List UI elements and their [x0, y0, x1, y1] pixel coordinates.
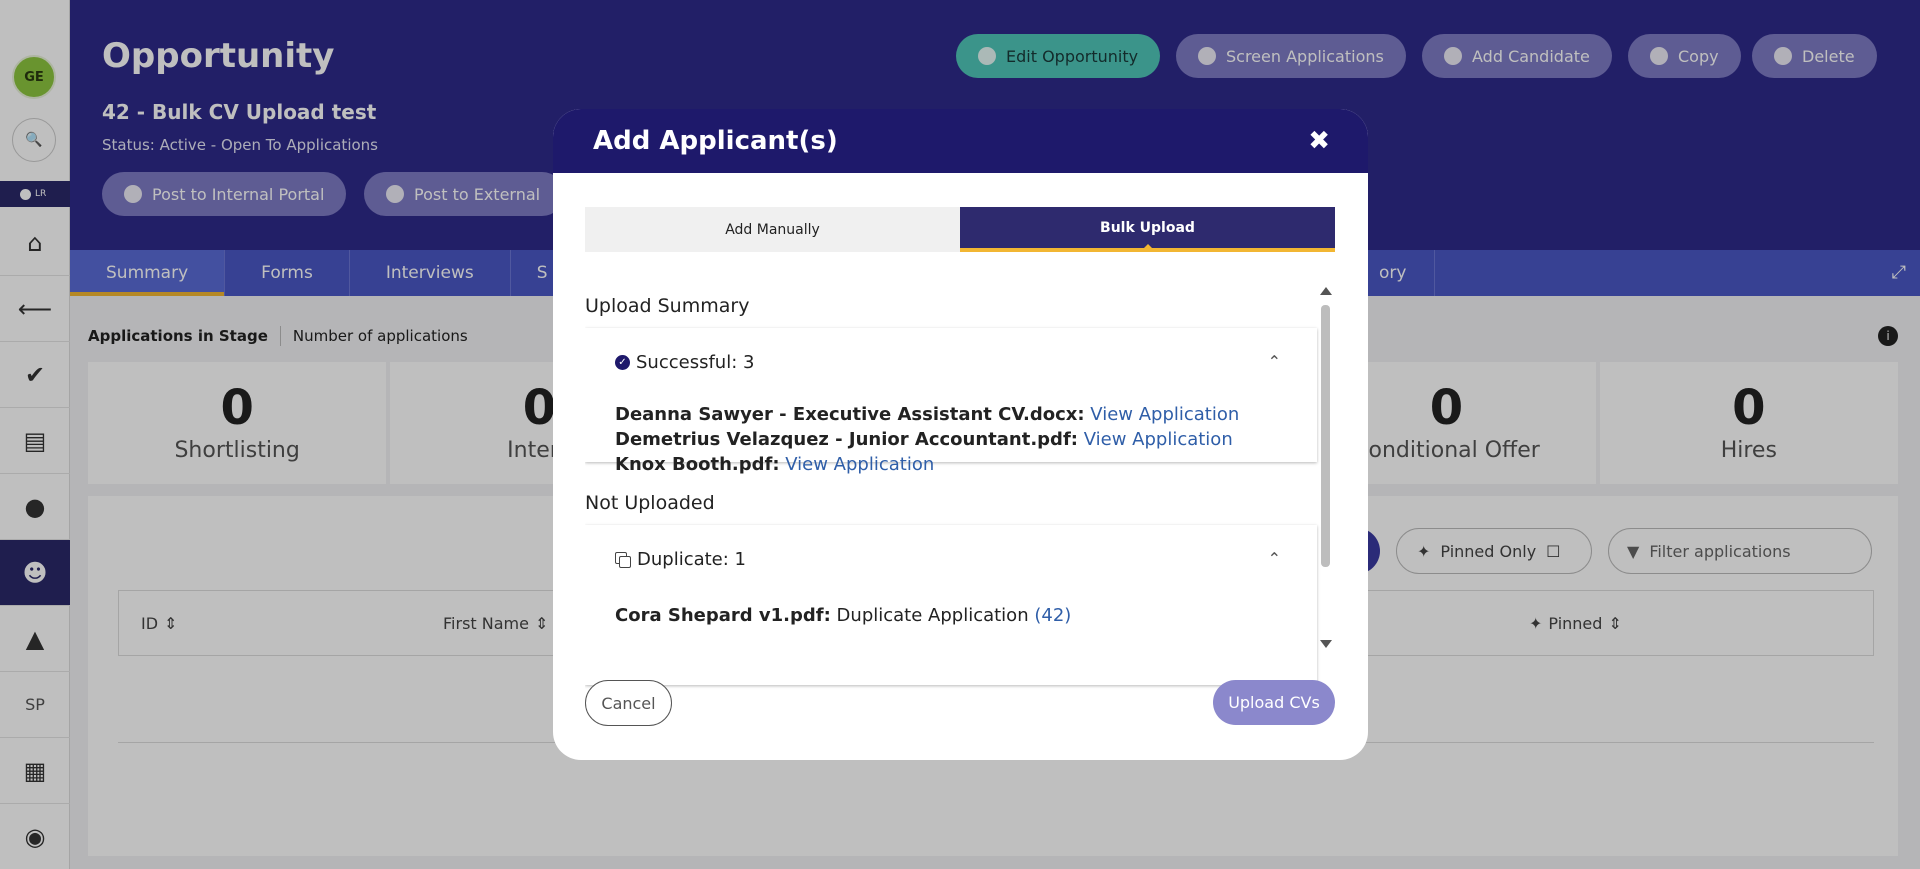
scrollbar-thumb[interactable] [1321, 305, 1330, 567]
file-name: Knox Booth.pdf: [615, 454, 780, 475]
scroll-up-icon[interactable] [1320, 287, 1332, 295]
successful-card: ✓ Successful: 3 ⌃ Deanna Sawyer - Executi… [585, 328, 1317, 475]
successful-label: Successful: 3 [636, 352, 755, 373]
chevron-up-icon[interactable]: ⌃ [1268, 549, 1281, 568]
cancel-button[interactable]: Cancel [585, 680, 672, 726]
modal-header: Add Applicant(s) ✖ [553, 109, 1368, 173]
duplicate-card: Duplicate: 1 ⌃ Cora Shepard v1.pdf: Dupl… [585, 525, 1317, 685]
scroll-down-icon[interactable] [1320, 640, 1332, 648]
duplicate-text: Duplicate Application [836, 605, 1029, 626]
tab-add-manually[interactable]: Add Manually [585, 207, 960, 252]
file-name: Deanna Sawyer - Executive Assistant CV.d… [615, 404, 1085, 425]
scrollbar[interactable] [1318, 287, 1332, 648]
upload-summary-title: Upload Summary [585, 295, 750, 317]
successful-item: Deanna Sawyer - Executive Assistant CV.d… [615, 404, 1239, 425]
duplicate-item: Cora Shepard v1.pdf: Duplicate Applicati… [615, 605, 1071, 626]
copy-icon [615, 551, 631, 568]
view-application-link[interactable]: View Application [1084, 429, 1233, 450]
successful-item: Demetrius Velazquez - Junior Accountant.… [615, 429, 1233, 450]
file-name: Cora Shepard v1.pdf: [615, 605, 831, 626]
tab-bulk-upload[interactable]: Bulk Upload [960, 207, 1335, 252]
successful-header[interactable]: ✓ Successful: 3 [615, 352, 754, 373]
file-name: Demetrius Velazquez - Junior Accountant.… [615, 429, 1078, 450]
not-uploaded-title: Not Uploaded [585, 492, 715, 514]
duplicate-link[interactable]: (42) [1034, 605, 1071, 626]
close-icon[interactable]: ✖ [1308, 126, 1330, 156]
duplicate-label: Duplicate: 1 [637, 549, 746, 570]
modal-tabs: Add Manually Bulk Upload [585, 207, 1335, 252]
modal-title: Add Applicant(s) [593, 126, 838, 156]
upload-cvs-button[interactable]: Upload CVs [1213, 680, 1335, 725]
chevron-up-icon[interactable]: ⌃ [1268, 352, 1281, 371]
view-application-link[interactable]: View Application [785, 454, 934, 475]
view-application-link[interactable]: View Application [1090, 404, 1239, 425]
add-applicants-modal: Add Applicant(s) ✖ Add Manually Bulk Upl… [553, 109, 1368, 760]
successful-item: Knox Booth.pdf: View Application [615, 454, 934, 475]
duplicate-header[interactable]: Duplicate: 1 [615, 549, 746, 570]
check-circle-icon: ✓ [615, 355, 630, 370]
